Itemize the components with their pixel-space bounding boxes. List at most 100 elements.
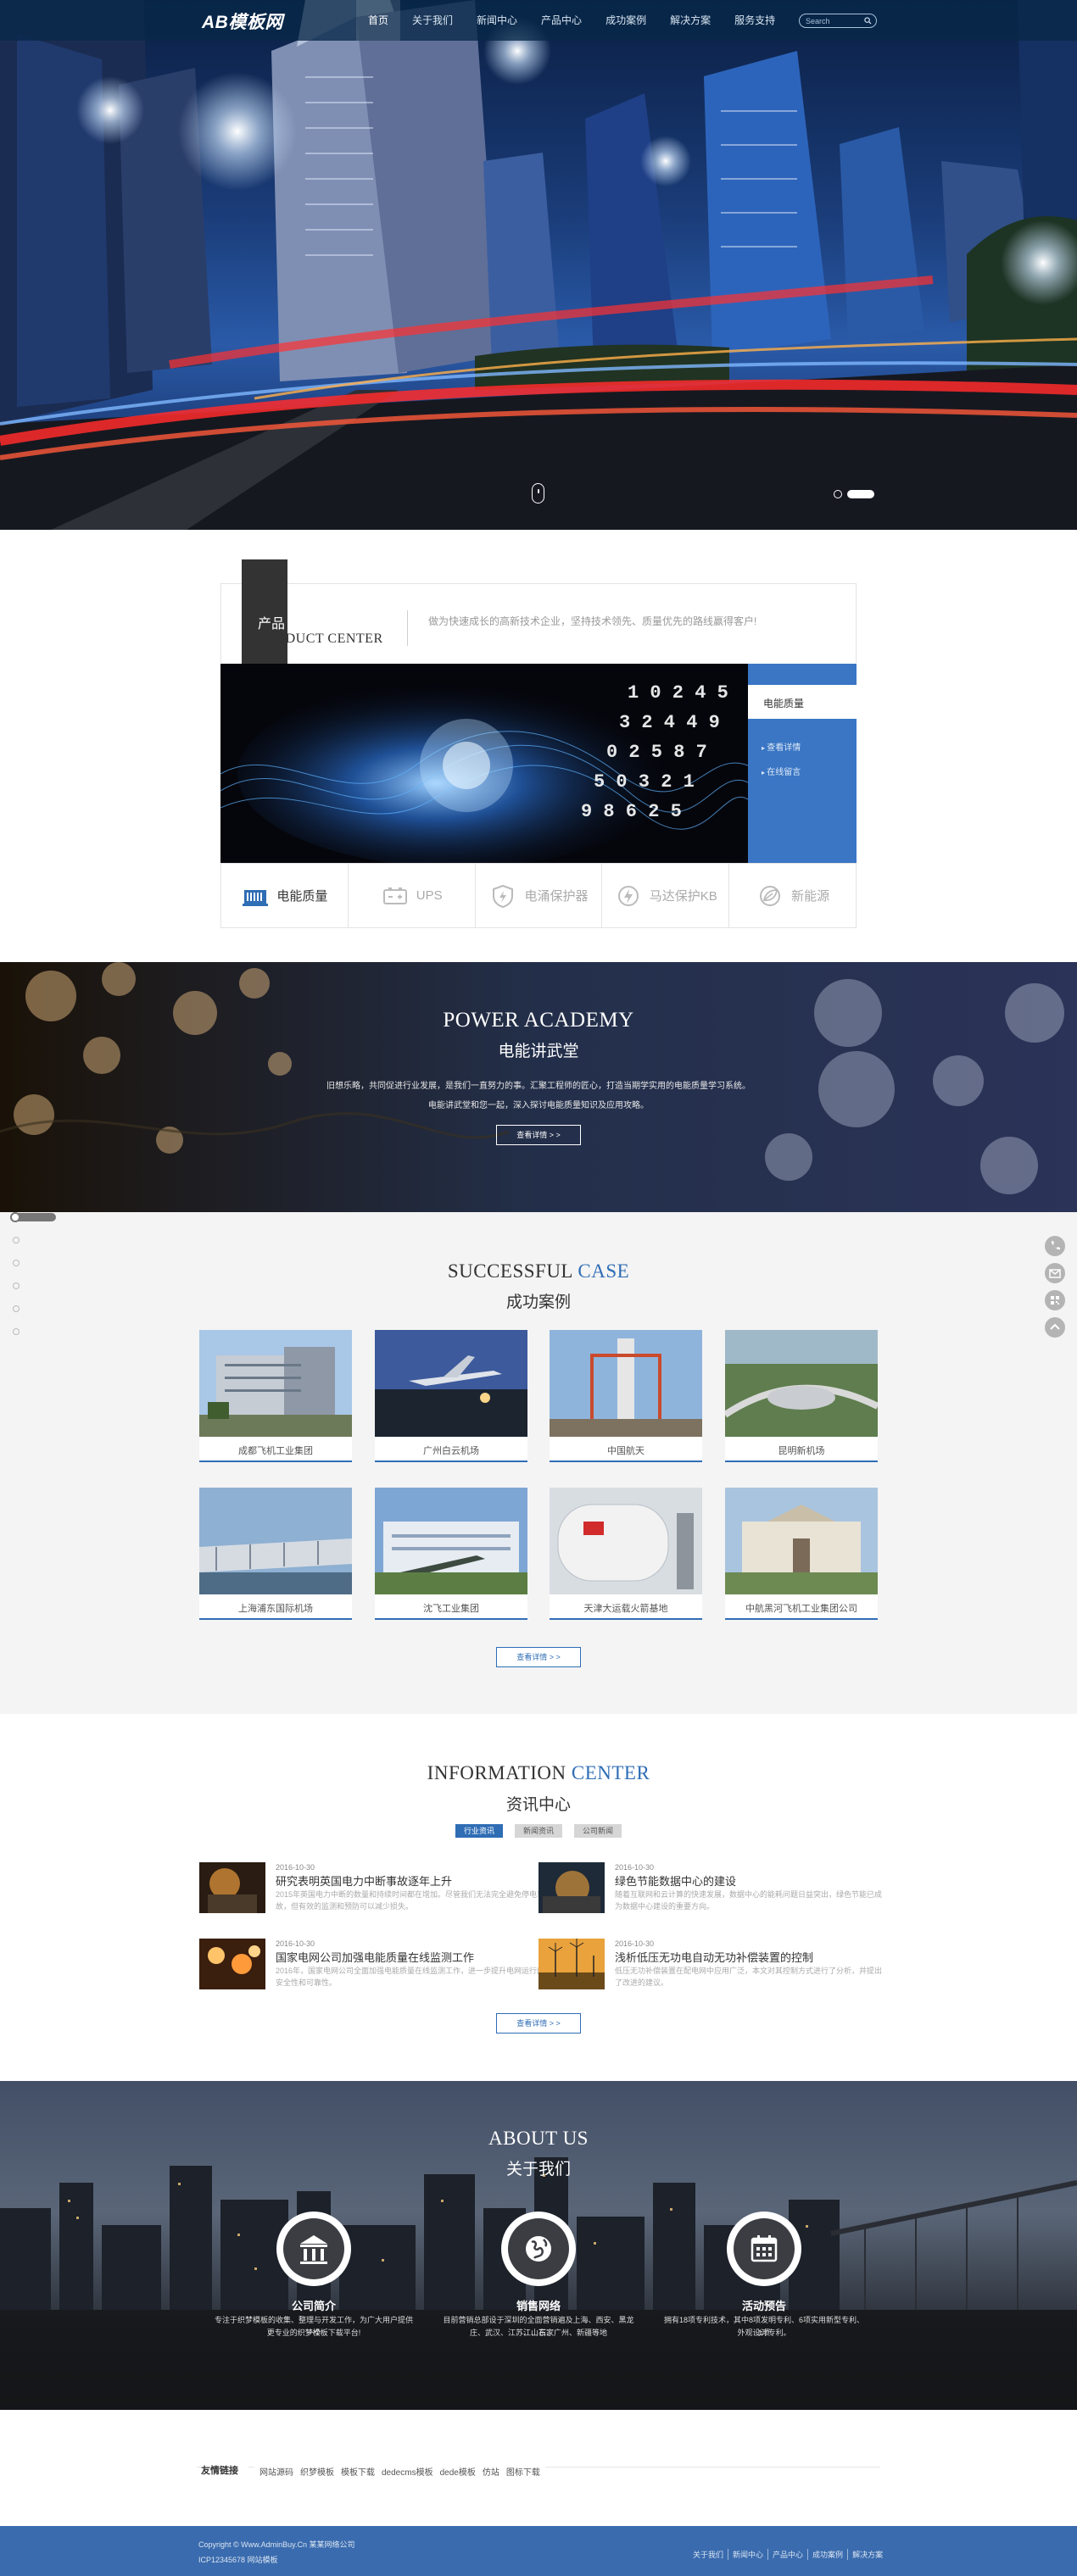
- case-card[interactable]: 中航黑河飞机工业集团公司: [725, 1488, 878, 1620]
- product-description: 做为快速成长的高新技术企业，坚持技术领先、质量优先的路线赢得客户!: [428, 615, 757, 627]
- product-image[interactable]: 1 0 2 4 5 3 2 4 4 9 0 2 5 8 7 5 0 3 2 1 …: [220, 664, 748, 863]
- category-surge-protector[interactable]: 电涌保护器: [476, 864, 603, 927]
- footer-nav-about[interactable]: 关于我们: [689, 2549, 729, 2560]
- category-ups[interactable]: UPS: [349, 864, 476, 927]
- case-name: 中国航天: [607, 1446, 645, 1456]
- news-summary: 随着互联网和云计算的快速发展，数据中心的能耗问题日益突出，绿色节能已成为数据中心…: [615, 1890, 883, 1911]
- about-title-cn: 关于我们: [505, 2161, 571, 2178]
- news-thumbnail[interactable]: [538, 1862, 605, 1913]
- chevron-up-icon: [1050, 1323, 1060, 1330]
- sales-network-badge[interactable]: [501, 2212, 576, 2286]
- case-image: [725, 1330, 878, 1437]
- product-side-title[interactable]: 电能质量: [748, 685, 857, 719]
- about-item-title: 公司简介: [291, 2300, 336, 2312]
- floor-dot[interactable]: [13, 1237, 20, 1243]
- product-side-title-text: 电能质量: [763, 698, 805, 709]
- search-input[interactable]: [806, 16, 862, 26]
- nav-support[interactable]: 服务支持: [723, 0, 787, 41]
- news-title[interactable]: 国家电网公司加强电能质量在线监测工作: [276, 1949, 474, 1965]
- left-floor-indicator[interactable]: [0, 1212, 59, 1222]
- category-new-energy[interactable]: 新能源: [729, 864, 856, 927]
- product-categories: 电能质量 UPS 电涌保护器 马达保护KB 新能源: [220, 863, 857, 928]
- nav-home[interactable]: 首页: [356, 0, 401, 41]
- nav-cases[interactable]: 成功案例: [594, 0, 658, 41]
- back-to-top-button[interactable]: [1045, 1317, 1065, 1338]
- case-card[interactable]: 成都飞机工业集团: [199, 1330, 352, 1462]
- category-label: 新能源: [791, 889, 830, 904]
- news-thumbnail[interactable]: [199, 1862, 265, 1913]
- friend-link[interactable]: 网站源码: [259, 2465, 293, 2478]
- news-thumbnail[interactable]: [199, 1939, 265, 1989]
- case-card[interactable]: 天津大运载火箭基地: [550, 1488, 702, 1620]
- footer-nav-news[interactable]: 新闻中心: [728, 2549, 769, 2560]
- news-title[interactable]: 浅析低压无功电自动无功补偿装置的控制: [615, 1949, 813, 1965]
- battery-icon: [382, 887, 407, 904]
- news-image: [538, 1939, 605, 1989]
- power-quality-icon: [243, 889, 269, 906]
- qrcode-icon: [1051, 1296, 1059, 1305]
- nav-news[interactable]: 新闻中心: [465, 0, 529, 41]
- events-badge[interactable]: [727, 2212, 801, 2286]
- footer-nav-products[interactable]: 产品中心: [768, 2549, 809, 2560]
- hero-banner: [0, 0, 1077, 530]
- scroll-mouse-icon[interactable]: [532, 483, 544, 504]
- friend-link[interactable]: dede模板: [440, 2465, 476, 2478]
- academy-more-button[interactable]: 查看详情 > >: [496, 1125, 581, 1145]
- footer-nav-cases[interactable]: 成功案例: [808, 2549, 849, 2560]
- company-intro-badge[interactable]: [276, 2212, 351, 2286]
- category-label: UPS: [416, 888, 443, 903]
- search-box: [799, 14, 877, 28]
- mail-float-button[interactable]: [1045, 1263, 1065, 1283]
- case-card[interactable]: 上海浦东国际机场: [199, 1488, 352, 1620]
- floor-dot[interactable]: [13, 1328, 20, 1335]
- product-detail-link[interactable]: 查看详情: [762, 740, 801, 753]
- main-nav: 首页 关于我们 新闻中心 产品中心 成功案例 解决方案 服务支持: [356, 0, 787, 41]
- category-motor-protection[interactable]: 马达保护KB: [602, 864, 730, 927]
- friend-link[interactable]: 织梦模板: [300, 2465, 334, 2478]
- product-message-link[interactable]: 在线留言: [762, 765, 801, 777]
- friend-link[interactable]: 仿站: [483, 2465, 499, 2478]
- case-name: 昆明新机场: [778, 1446, 825, 1456]
- shield-icon: [493, 884, 514, 908]
- case-name: 中航黑河飞机工业集团公司: [745, 1604, 857, 1614]
- friend-link[interactable]: dedecms模板: [382, 2465, 433, 2478]
- hero-city-image: [0, 0, 1077, 530]
- nav-about[interactable]: 关于我们: [400, 0, 465, 41]
- case-card[interactable]: 广州白云机场: [375, 1330, 527, 1462]
- cases-more-button[interactable]: 查看详情 > >: [496, 1647, 581, 1667]
- nav-products[interactable]: 产品中心: [529, 0, 594, 41]
- qrcode-float-button[interactable]: [1045, 1290, 1065, 1310]
- nav-solutions[interactable]: 解决方案: [658, 0, 723, 41]
- case-card[interactable]: 沈飞工业集团: [375, 1488, 527, 1620]
- footer-nav-solutions[interactable]: 解决方案: [848, 2549, 887, 2560]
- phone-icon: [1051, 1241, 1060, 1250]
- product-divider: [407, 610, 408, 646]
- friend-link[interactable]: 模板下载: [341, 2465, 375, 2478]
- case-card[interactable]: 中国航天: [550, 1330, 702, 1462]
- footer-icp[interactable]: ICP12345678 网站模板: [198, 2554, 278, 2565]
- cases-title-cn: 成功案例: [505, 1294, 571, 1311]
- news-more-button[interactable]: 查看详情 > >: [496, 2013, 581, 2034]
- news-thumbnail[interactable]: [538, 1939, 605, 1989]
- about-item-desc: 更专业的织梦模板下载平台!: [266, 2328, 361, 2337]
- tab-industry-news[interactable]: 行业资讯: [455, 1824, 503, 1838]
- news-title[interactable]: 研究表明英国电力中断事故逐年上升: [276, 1872, 452, 1889]
- category-power-quality[interactable]: 电能质量: [221, 864, 349, 927]
- slider-dot-active[interactable]: [847, 490, 874, 498]
- search-icon[interactable]: [864, 17, 872, 25]
- case-name: 天津大运载火箭基地: [583, 1604, 668, 1614]
- tab-company-news[interactable]: 公司新闻: [574, 1824, 622, 1838]
- footer: [0, 2526, 1077, 2576]
- case-name: 沈飞工业集团: [423, 1604, 479, 1614]
- friend-link[interactable]: 图标下载: [506, 2465, 540, 2478]
- friend-links: 网站源码 织梦模板 模板下载 dedecms模板 dede模板 仿站 图标下载: [254, 2465, 545, 2478]
- slider-dot[interactable]: [834, 490, 842, 498]
- case-card[interactable]: 昆明新机场: [725, 1330, 878, 1462]
- tab-news[interactable]: 新闻资讯: [515, 1824, 562, 1838]
- news-title[interactable]: 绿色节能数据中心的建设: [615, 1872, 736, 1889]
- floor-dot[interactable]: [13, 1282, 20, 1289]
- case-image: [199, 1488, 352, 1594]
- site-logo[interactable]: AB模板网: [202, 8, 283, 34]
- phone-float-button[interactable]: [1045, 1236, 1065, 1256]
- top-header: AB模板网 首页 关于我们 新闻中心 产品中心 成功案例 解决方案 服务支持: [0, 0, 1077, 41]
